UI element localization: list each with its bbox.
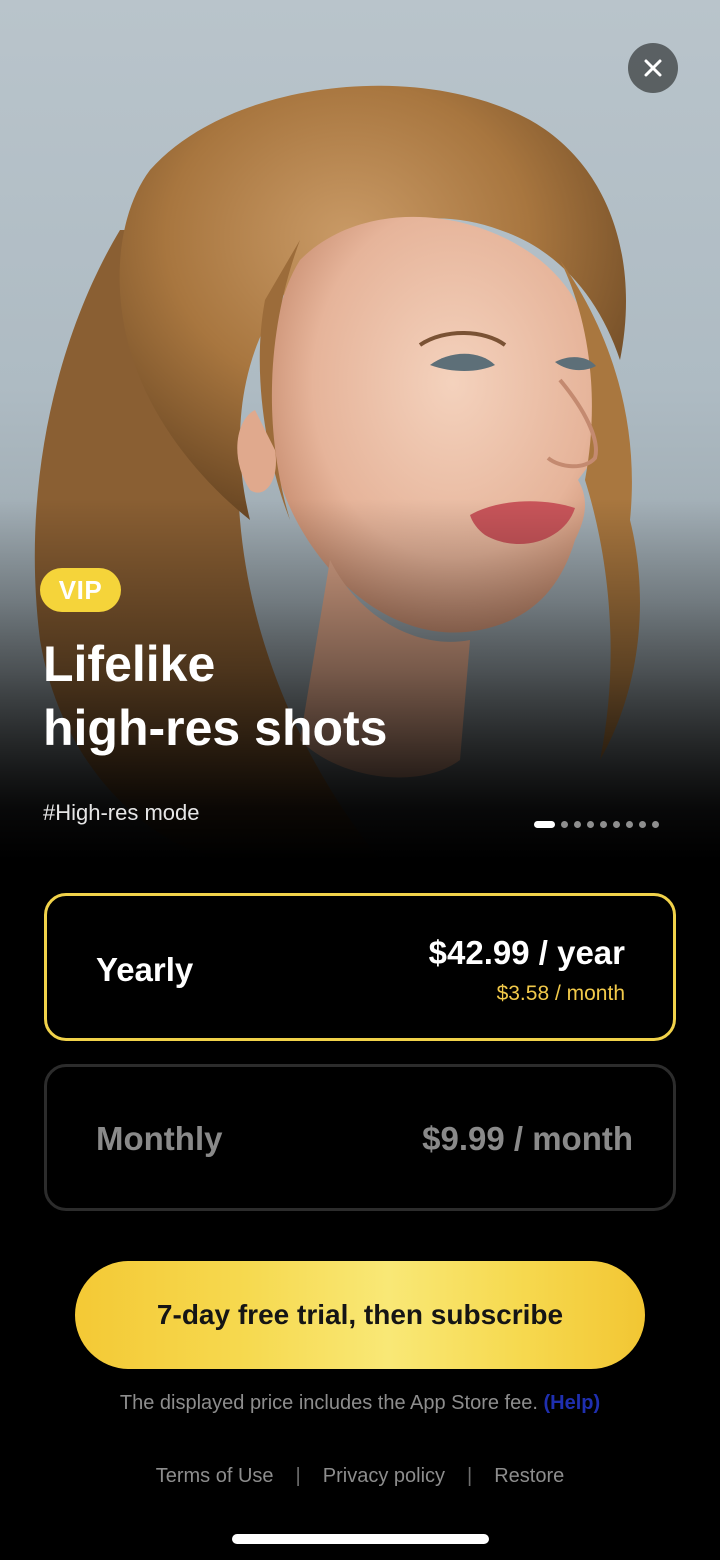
- price-fee-note: The displayed price includes the App Sto…: [0, 1392, 720, 1415]
- hero-title: Lifelike high-res shots: [43, 632, 603, 760]
- plan-per-month-price: $3.58 / month: [496, 982, 625, 1005]
- carousel-dot[interactable]: [613, 821, 620, 828]
- carousel-dot[interactable]: [639, 821, 646, 828]
- carousel-page-indicator[interactable]: [534, 820, 659, 829]
- carousel-dot[interactable]: [561, 821, 568, 828]
- hero-title-line-1: Lifelike: [43, 636, 216, 692]
- hero-title-line-2: high-res shots: [43, 700, 388, 756]
- plan-option-yearly[interactable]: Yearly $42.99 / year $3.58 / month: [44, 893, 676, 1041]
- carousel-dot[interactable]: [574, 821, 581, 828]
- carousel-dot[interactable]: [587, 821, 594, 828]
- hero-section: VIP Lifelike high-res shots #High-res mo…: [0, 0, 720, 860]
- paywall-screen: VIP Lifelike high-res shots #High-res mo…: [0, 0, 720, 1560]
- restore-link[interactable]: Restore: [494, 1465, 564, 1488]
- plan-price: $42.99 / year: [428, 934, 625, 971]
- footer-separator: |: [467, 1465, 473, 1487]
- carousel-dot[interactable]: [652, 821, 659, 828]
- plan-option-monthly[interactable]: Monthly $9.99 / month: [44, 1064, 676, 1211]
- plan-name: Yearly: [96, 951, 194, 988]
- close-button[interactable]: [628, 43, 678, 93]
- terms-of-use-link[interactable]: Terms of Use: [156, 1465, 274, 1488]
- home-indicator[interactable]: [232, 1534, 489, 1544]
- plan-name: Monthly: [96, 1120, 223, 1157]
- footer-separator: |: [295, 1465, 301, 1487]
- help-link[interactable]: (Help): [543, 1392, 600, 1414]
- carousel-dot-active[interactable]: [534, 821, 555, 828]
- close-icon: [644, 59, 662, 77]
- carousel-dot[interactable]: [626, 821, 633, 828]
- fee-note-text: The displayed price includes the App Sto…: [119, 1392, 538, 1414]
- plan-price: $9.99 / month: [422, 1120, 633, 1157]
- subscribe-button-label: 7-day free trial, then subscribe: [156, 1299, 564, 1330]
- carousel-dot[interactable]: [600, 821, 607, 828]
- hero-feature-tag: #High-res mode: [43, 800, 200, 825]
- subscribe-button[interactable]: 7-day free trial, then subscribe: [75, 1261, 645, 1369]
- privacy-policy-link[interactable]: Privacy policy: [323, 1465, 445, 1488]
- footer-links: Terms of Use | Privacy policy | Restore: [0, 1465, 720, 1488]
- vip-badge: VIP: [40, 568, 121, 612]
